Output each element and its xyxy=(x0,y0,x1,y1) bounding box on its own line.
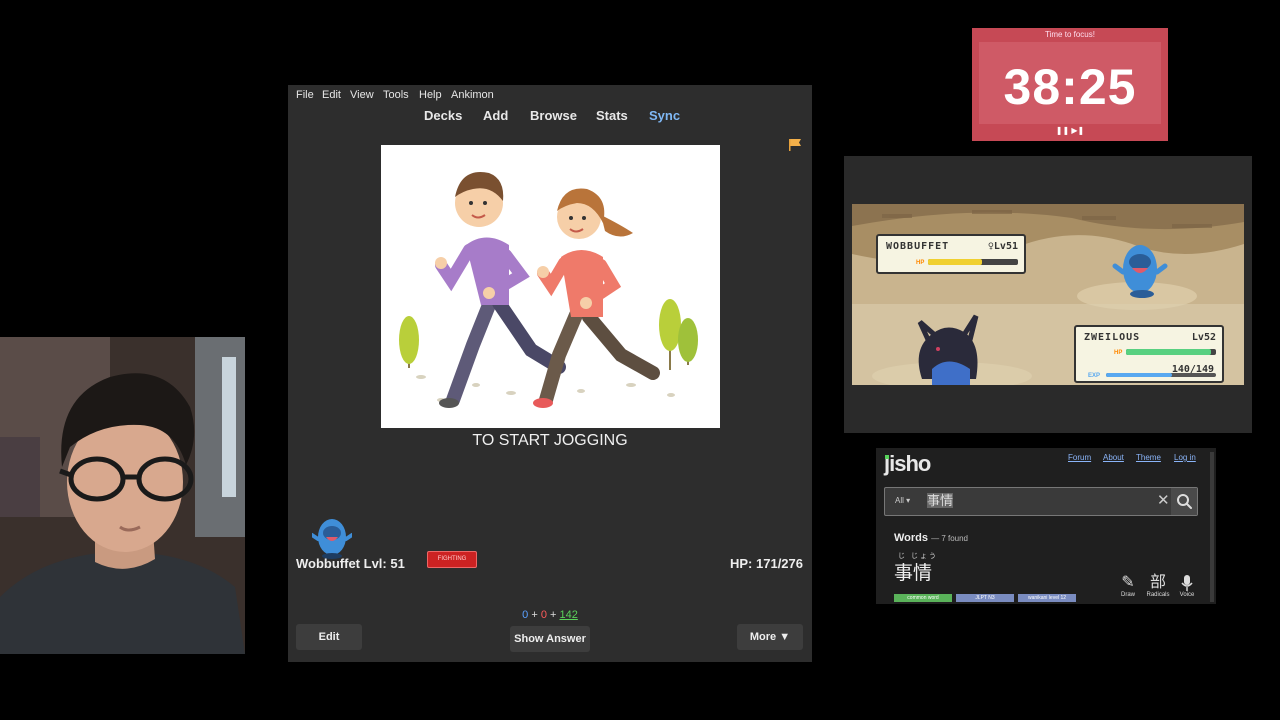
pet-type-badge: FIGHTING xyxy=(427,551,477,568)
review-count: 142 xyxy=(559,609,578,621)
microphone-icon xyxy=(1181,575,1193,591)
jisho-logo[interactable]: jisho xyxy=(884,451,931,477)
toolbar-stats[interactable]: Stats xyxy=(596,108,628,123)
enemy-level-text: Lv51 xyxy=(993,241,1018,252)
radicals-icon: 部 xyxy=(1149,574,1166,591)
timer-countdown: 38:25 xyxy=(1003,59,1137,115)
toolbar-decks[interactable]: Decks xyxy=(424,108,462,123)
draw-icon: ✎ xyxy=(1121,574,1135,591)
tag-jlpt: JLPT N3 xyxy=(956,594,1014,602)
exp-label: EXP xyxy=(1088,373,1101,379)
battle-screen: WOBBUFFET ♀Lv51 HP ZWEILOUS Lv52 HP 140/… xyxy=(852,204,1244,385)
more-button[interactable]: More ▼ xyxy=(737,624,803,650)
search-icon xyxy=(1177,494,1192,509)
wobbuffet-pet-sprite xyxy=(312,519,352,559)
main-toolbar: Decks Add Browse Stats Sync xyxy=(288,107,812,127)
card-question: TO START JOGGING xyxy=(472,432,628,449)
exp-bar xyxy=(1106,373,1216,377)
enemy-hp-label: HP xyxy=(916,260,925,266)
player-hp-bar xyxy=(1126,349,1216,355)
player-hp-label: HP xyxy=(1114,350,1123,356)
menu-tools[interactable]: Tools xyxy=(383,89,409,101)
words-heading: Words — 7 found xyxy=(894,532,968,544)
timer-controls[interactable]: ❚❚ ▶❚ xyxy=(972,126,1168,135)
menu-edit[interactable]: Edit xyxy=(322,89,341,101)
joggers-illustration xyxy=(399,172,698,408)
toolbar-add[interactable]: Add xyxy=(483,108,508,123)
timer-title: Time to focus! xyxy=(1045,30,1095,39)
player-status-box: ZWEILOUS Lv52 HP 140/149 EXP xyxy=(1074,325,1224,383)
toolbar-browse[interactable]: Browse xyxy=(530,108,577,123)
words-label: Words xyxy=(894,532,929,544)
draw-tool[interactable]: ✎ Draw xyxy=(1116,574,1140,598)
nav-login[interactable]: Log in xyxy=(1174,453,1196,462)
draw-label: Draw xyxy=(1120,592,1135,598)
pet-hp: HP: 171/276 xyxy=(730,556,803,571)
show-answer-button[interactable]: Show Answer xyxy=(510,626,590,652)
enemy-status-box: WOBBUFFET ♀Lv51 HP xyxy=(876,234,1026,274)
jisho-logo-text: jisho xyxy=(884,451,931,476)
search-query: 事情 xyxy=(927,493,954,508)
radicals-tool[interactable]: 部 Radicals xyxy=(1146,574,1170,598)
tag-common-word: common word xyxy=(894,594,952,602)
nav-forum[interactable]: Forum xyxy=(1068,453,1091,462)
count-plus-1: + xyxy=(531,609,538,621)
voice-tool[interactable]: Voice xyxy=(1175,574,1199,598)
exp-fill xyxy=(1106,373,1172,377)
words-count: — 7 found xyxy=(931,534,969,543)
jisho-logo-dot xyxy=(885,455,889,459)
count-plus-2: + xyxy=(550,609,557,621)
radicals-label: Radicals xyxy=(1146,592,1170,598)
menu-view[interactable]: View xyxy=(350,89,374,101)
word-entry[interactable]: 事情 xyxy=(894,558,932,585)
enemy-hp-bar xyxy=(928,259,1018,265)
tag-wanikani: wanikani level 12 xyxy=(1018,594,1076,602)
pet-name-level: Wobbuffet Lvl: 51 xyxy=(296,556,405,571)
menu-file[interactable]: File xyxy=(296,89,314,101)
voice-label: Voice xyxy=(1179,592,1195,598)
edit-button[interactable]: Edit xyxy=(296,624,362,650)
enemy-name: WOBBUFFET xyxy=(886,241,950,252)
search-filter-dropdown[interactable]: All ▾ xyxy=(895,496,910,505)
search-input[interactable]: 事情 xyxy=(927,492,1137,510)
search-button[interactable] xyxy=(1171,488,1197,515)
timer-panel: 38:25 xyxy=(979,42,1161,124)
player-level: Lv52 xyxy=(1191,332,1216,343)
player-name: ZWEILOUS xyxy=(1084,332,1141,343)
jisho-window: jisho Forum About Theme Log in All ▾ 事情 … xyxy=(876,448,1216,604)
focus-timer: Time to focus! 38:25 ❚❚ ▶❚ xyxy=(972,28,1168,141)
learning-count: 0 xyxy=(540,609,547,621)
nav-about[interactable]: About xyxy=(1103,453,1124,462)
anki-window: File Edit View Tools Help Ankimon Decks … xyxy=(288,85,812,662)
menu-help[interactable]: Help xyxy=(419,89,442,101)
card-image xyxy=(381,145,720,428)
flag-icon[interactable] xyxy=(788,138,802,152)
streamer-webcam-image xyxy=(0,337,245,654)
webcam-feed xyxy=(0,337,245,654)
jisho-search-bar: All ▾ 事情 ✕ xyxy=(884,487,1198,516)
toolbar-sync[interactable]: Sync xyxy=(649,108,680,123)
nav-theme[interactable]: Theme xyxy=(1136,453,1161,462)
new-count: 0 xyxy=(522,609,529,621)
menu-ankimon[interactable]: Ankimon xyxy=(451,89,494,101)
jisho-scrollbar[interactable] xyxy=(1210,452,1214,602)
menu-bar: File Edit View Tools Help Ankimon xyxy=(288,85,812,105)
clear-icon[interactable]: ✕ xyxy=(1157,491,1170,509)
enemy-hp-fill xyxy=(928,259,982,265)
due-counts: 0 + 0 + 142 xyxy=(288,609,812,621)
enemy-level: ♀Lv51 xyxy=(988,241,1018,252)
player-hp-fill xyxy=(1126,349,1211,355)
